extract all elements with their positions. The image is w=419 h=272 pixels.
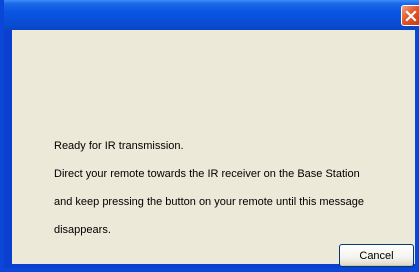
cancel-button[interactable]: Cancel <box>339 244 414 267</box>
message-line: and keep pressing the button on your rem… <box>54 196 365 208</box>
close-button[interactable] <box>401 5 419 26</box>
instruction-message: Ready for IR transmission. Direct your r… <box>54 125 404 251</box>
close-icon <box>405 9 417 22</box>
dialog-window: Ready for IR transmission. Direct your r… <box>0 0 419 272</box>
message-line: Direct your remote towards the IR receiv… <box>54 168 360 180</box>
title-bar[interactable] <box>4 0 419 30</box>
message-line: Ready for IR transmission. <box>54 140 184 152</box>
message-line: disappears. <box>54 224 111 236</box>
dialog-body: Ready for IR transmission. Direct your r… <box>12 30 415 267</box>
